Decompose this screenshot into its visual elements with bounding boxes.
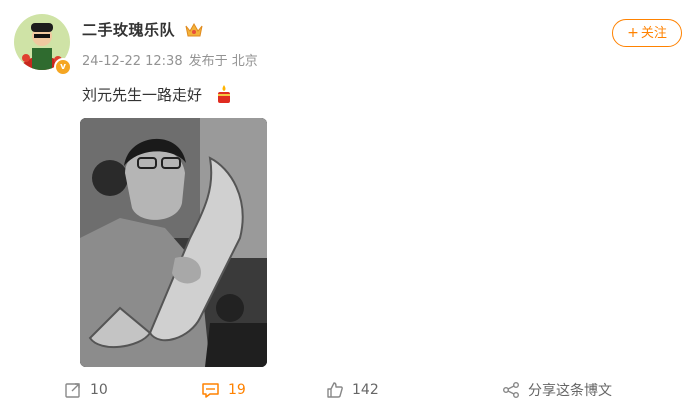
like-button[interactable]: 142 [326, 376, 379, 404]
verified-badge-icon: v [54, 58, 72, 76]
comment-icon [202, 383, 219, 398]
action-bar: 10 19 142 分享这条博文 [0, 376, 696, 404]
share-button[interactable]: 分享这条博文 [502, 376, 612, 404]
like-icon [327, 382, 343, 398]
post-text: 刘元先生一路走好 [82, 86, 203, 104]
candle-emoji-icon [214, 84, 234, 108]
share-icon [503, 382, 519, 398]
repost-icon [65, 383, 80, 398]
comment-button[interactable]: 19 [201, 376, 246, 404]
repost-count: 10 [90, 382, 108, 398]
follow-button[interactable]: + 关注 [612, 19, 682, 47]
username[interactable]: 二手玫瑰乐队 [82, 19, 175, 40]
post-timestamp[interactable]: 24-12-22 12:38 [82, 54, 183, 69]
comment-count: 19 [228, 382, 246, 398]
share-label: 分享这条博文 [528, 383, 612, 399]
post-source: 发布于 北京 [188, 54, 258, 69]
follow-label: 关注 [640, 26, 667, 41]
like-count: 142 [352, 382, 379, 398]
post-meta: 24-12-22 12:38 发布于 北京 [82, 50, 258, 69]
crown-icon [184, 22, 204, 42]
repost-button[interactable]: 10 [64, 376, 108, 404]
post-image[interactable] [80, 118, 267, 367]
follow-plus-icon: + [627, 25, 639, 41]
